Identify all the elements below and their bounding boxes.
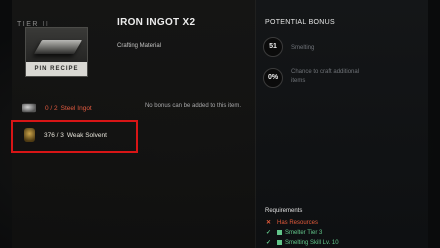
- ingredient-name: Steel Ingot: [60, 104, 92, 112]
- check-icon: ✓: [266, 230, 272, 236]
- ingredient-row[interactable]: 0 / 2 Steel Ingot: [22, 101, 92, 115]
- requirements-title: Requirements: [265, 208, 303, 214]
- no-bonus-note: No bonus can be added to this item.: [144, 103, 242, 109]
- skill-level-badge: 51: [263, 37, 283, 57]
- bonus-chance-label: Chance to craft additional items: [291, 69, 360, 84]
- requirement-row: ✓ Smelter Tier 3: [266, 229, 323, 237]
- potential-bonus-title: POTENTIAL BONUS: [265, 19, 335, 26]
- skill-icon: [277, 240, 282, 245]
- iron-ingot-icon: [33, 40, 83, 54]
- requirement-label: Has Resources: [277, 219, 319, 226]
- steel-ingot-icon: [22, 103, 36, 113]
- highlight-box: [11, 120, 138, 153]
- item-title: IRON INGOT X2: [117, 17, 196, 28]
- station-icon: [277, 230, 282, 235]
- requirement-label: Smelting Skill Lv. 10: [285, 239, 339, 246]
- pin-recipe-button[interactable]: PIN RECIPE: [26, 62, 87, 76]
- ingredient-count: 0 / 2: [45, 104, 58, 112]
- item-category: Crafting Material: [117, 43, 162, 49]
- bonus-chance-badge: 0%: [263, 68, 283, 88]
- requirement-label: Smelter Tier 3: [285, 229, 323, 236]
- requirement-row: ✕ Has Resources: [266, 219, 319, 227]
- check-icon: ✓: [266, 240, 272, 246]
- panel-divider: [255, 0, 256, 248]
- requirement-row: ✓ Smelting Skill Lv. 10: [266, 239, 339, 247]
- item-preview-card: PIN RECIPE: [25, 27, 88, 77]
- skill-label: Smelting: [291, 45, 315, 51]
- cross-icon: ✕: [266, 220, 272, 226]
